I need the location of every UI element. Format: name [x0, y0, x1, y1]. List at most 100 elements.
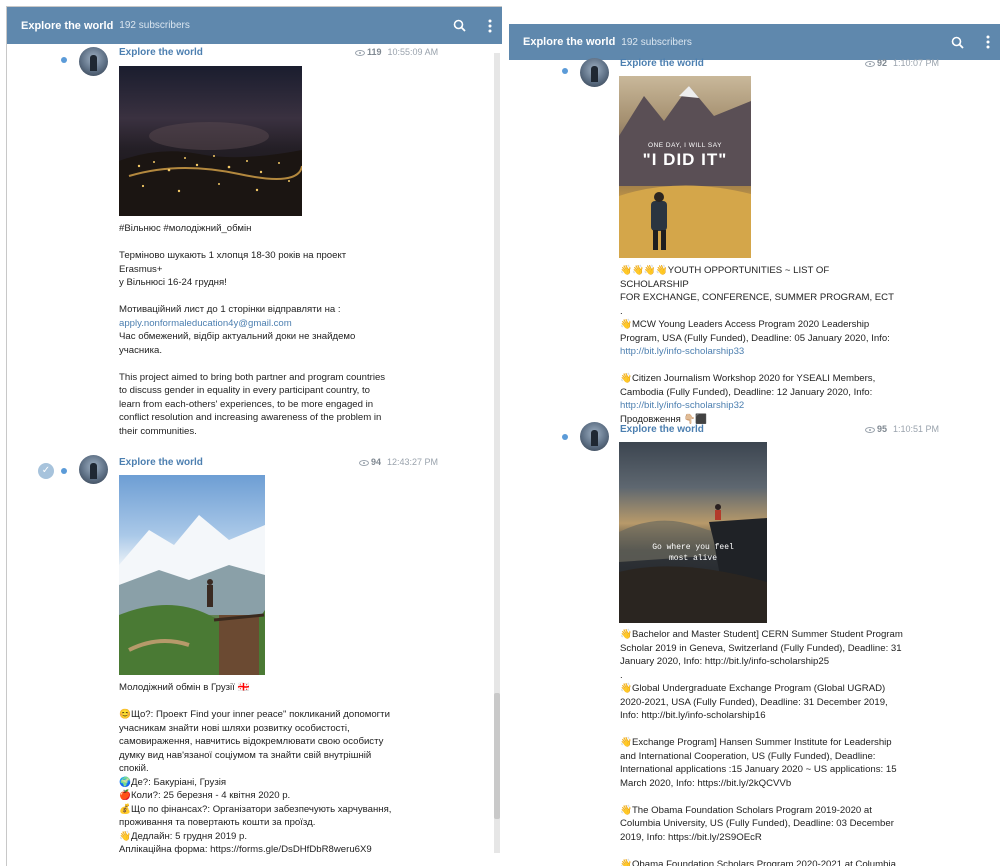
- text-line: спокій.: [119, 763, 149, 774]
- text-line: This project aimed to bring both partner…: [119, 371, 386, 383]
- view-count: 119: [367, 47, 382, 57]
- text-line: 👋The Obama Foundation Scholars Program 2…: [620, 804, 872, 816]
- scrollbar-thumb[interactable]: [494, 693, 500, 819]
- text-line: learn from each-others' experiences, to …: [119, 398, 374, 410]
- message-author[interactable]: Explore the world: [119, 457, 203, 468]
- text-line: International applications :15 January 2…: [620, 764, 897, 775]
- message-author[interactable]: Explore the world: [119, 47, 203, 58]
- eye-icon: [355, 49, 365, 56]
- text-line: FOR EXCHANGE, CONFERENCE, SUMMER PROGRAM…: [620, 292, 894, 303]
- avatar[interactable]: [79, 455, 108, 484]
- scholarship-link[interactable]: http://bit.ly/info-scholarship32: [620, 399, 900, 413]
- message-text: Молодіжний обмін в Грузії 🇬🇪 😊Що?: Проек…: [119, 681, 404, 857]
- select-check-icon[interactable]: ✓: [38, 463, 54, 479]
- text-line: 👋Bachelor and Master Student] CERN Summe…: [620, 629, 903, 640]
- avatar[interactable]: [580, 58, 609, 87]
- text-line: 😊Що?: Проект Find your inner peace" покл…: [119, 709, 390, 720]
- message-photo[interactable]: Go where you feel most alive: [619, 442, 767, 623]
- eye-icon: [359, 459, 369, 466]
- message-photo[interactable]: [119, 66, 302, 216]
- unread-dot: [61, 468, 67, 474]
- text-line: учасника.: [119, 344, 162, 356]
- text-line: самовираження, навчитись відокремлювати …: [119, 736, 384, 747]
- channel-title[interactable]: Explore the world: [523, 36, 615, 48]
- image-caption-small: ONE DAY, I WILL SAY: [648, 142, 722, 149]
- text-line: Терміново шукають 1 хлопця 18-30 років н…: [119, 250, 347, 275]
- text-line: Cambodia (Fully Funded), Deadline: 12 Ja…: [620, 386, 873, 398]
- text-line: Scholar 2019 in Geneva, Switzerland (Ful…: [620, 642, 902, 654]
- unread-dot: [61, 57, 67, 63]
- unread-dot: [562, 68, 568, 74]
- text-line: у Вільнюсі 16-24 грудня!: [119, 277, 227, 288]
- more-menu-icon[interactable]: [488, 19, 492, 33]
- avatar[interactable]: [580, 422, 609, 451]
- text-line[interactable]: Info: http://bit.ly/info-scholarship16: [620, 709, 910, 723]
- text-line: Мотиваційний лист до 1 сторінки відправл…: [119, 304, 341, 315]
- subscriber-count: 192 subscribers: [119, 20, 190, 31]
- text-line: #Вільнюс #молодіжний_обмін: [119, 223, 252, 234]
- left-scrollbar[interactable]: [494, 53, 500, 853]
- text-line: Час обмежений, відбір актуальний доки не…: [119, 331, 356, 342]
- text-line[interactable]: March 2020, Info: https://bit.ly/2kQCVVb: [620, 777, 910, 791]
- right-chat-window: Explore the world 192 subscribers Explor…: [509, 24, 1000, 866]
- text-line[interactable]: Аплікаційна форма: https://forms.gle/DsD…: [119, 843, 404, 857]
- text-line: учасникам знайти нові шляхи розвитку осо…: [119, 722, 350, 734]
- text-line: 👋👋👋👋YOUTH OPPORTUNITIES ~ LIST OF SCHOLA…: [620, 265, 830, 290]
- text-line: 🍎Коли?: 25 березня - 4 квітня 2020 р.: [119, 790, 291, 801]
- right-chat-header: Explore the world 192 subscribers: [509, 24, 1000, 60]
- message-meta: 95 1:10:51 PM: [865, 424, 939, 434]
- message-photo[interactable]: ONE DAY, I WILL SAY "I DID IT": [619, 76, 751, 258]
- eye-icon: [865, 60, 875, 67]
- text-line: 💰Що по фінансах?: Організатори забезпечу…: [119, 803, 392, 815]
- text-line: 👋Citizen Journalism Workshop 2020 for YS…: [620, 373, 876, 384]
- text-line: Columbia University, US (Fully Funded), …: [620, 818, 894, 829]
- text-line: проживання та повертають кошти за проїзд…: [119, 817, 316, 828]
- mountain-image: [119, 515, 265, 675]
- image-caption-large: "I DID IT": [642, 150, 728, 169]
- unread-dot: [562, 434, 568, 440]
- text-line: and International Cooperation, US (Fully…: [620, 750, 876, 762]
- message-text: 👋👋👋👋YOUTH OPPORTUNITIES ~ LIST OF SCHOLA…: [620, 264, 900, 426]
- message-text: 👋Bachelor and Master Student] CERN Summe…: [620, 628, 910, 866]
- text-line: conflict resolution and increasing aware…: [119, 412, 382, 423]
- view-count: 95: [877, 424, 888, 434]
- more-menu-icon[interactable]: [986, 35, 990, 49]
- subscriber-count: 192 subscribers: [621, 36, 692, 48]
- search-icon[interactable]: [951, 36, 964, 49]
- message-text: #Вільнюс #молодіжний_обмін Терміново шук…: [119, 222, 389, 438]
- text-line: .: [620, 305, 623, 317]
- text-line: 🌍Де?: Бакуріані, Грузія: [119, 776, 227, 788]
- text-line: думку вид нав'язаної соціумом та знайти …: [119, 749, 372, 761]
- city-night-image: [119, 122, 302, 216]
- search-icon[interactable]: [453, 19, 466, 32]
- message-meta: 119 10:55:09 AM: [355, 47, 438, 57]
- eye-icon: [865, 426, 875, 433]
- text-line: Program, USA (Fully Funded), Deadline: 0…: [620, 332, 890, 344]
- text-line: 👋Дедлайн: 5 грудня 2019 р.: [119, 830, 248, 842]
- message-meta: 94 12:43:27 PM: [359, 457, 438, 467]
- text-line: .: [620, 669, 623, 681]
- cliff-image: [619, 504, 767, 623]
- text-line: Молодіжний обмін в Грузії 🇬🇪: [119, 682, 250, 693]
- text-line: 2020-2021, USA (Fully Funded), Deadline:…: [620, 696, 888, 708]
- text-line: 👋Exchange Program] Hansen Summer Institu…: [620, 737, 892, 748]
- text-line: January 2020, Info: http://bit.ly/info-s…: [620, 656, 830, 667]
- text-line: 👋MCW Young Leaders Access Program 2020 L…: [620, 319, 870, 330]
- text-line: to discuss gender in equality in every p…: [119, 385, 370, 396]
- text-line[interactable]: 2019, Info: https://bit.ly/2S9OEcR: [620, 831, 910, 845]
- message-photo[interactable]: [119, 475, 265, 675]
- email-link[interactable]: apply.nonformaleducation4y@gmail.com: [119, 317, 389, 331]
- message-time: 1:10:07 PM: [893, 58, 940, 68]
- avatar[interactable]: [79, 47, 108, 76]
- left-chat-header: Explore the world 192 subscribers: [7, 7, 502, 44]
- scholarship-link[interactable]: http://bit.ly/info-scholarship33: [620, 345, 900, 359]
- message-time: 1:10:51 PM: [893, 424, 940, 434]
- message-time: 12:43:27 PM: [387, 457, 439, 467]
- view-count: 92: [877, 58, 888, 68]
- message-meta: 92 1:10:07 PM: [865, 58, 939, 68]
- message-author[interactable]: Explore the world: [620, 58, 704, 69]
- text-line: 👋Global Undergraduate Exchange Program (…: [620, 683, 886, 694]
- text-line: their communities.: [119, 425, 197, 437]
- message-author[interactable]: Explore the world: [620, 424, 704, 435]
- channel-title[interactable]: Explore the world: [21, 20, 113, 32]
